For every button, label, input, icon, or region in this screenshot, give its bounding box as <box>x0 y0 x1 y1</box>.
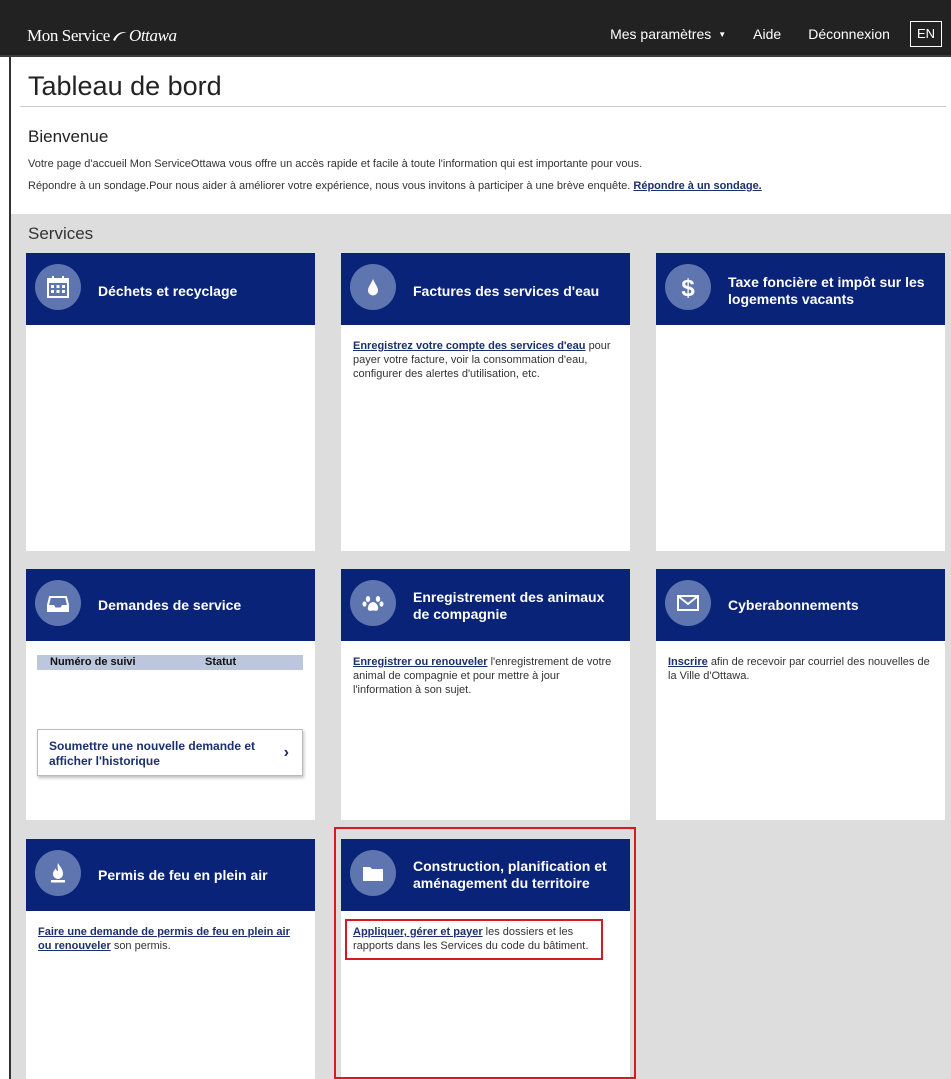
card-body: Enregistrez votre compte des services d'… <box>353 339 616 381</box>
card-title: Enregistrement des animaux de compagnie <box>413 589 605 622</box>
card-title: Factures des services d'eau <box>413 283 600 299</box>
water-drop-icon <box>350 264 396 310</box>
card-open-air-fire-permit: Permis de feu en plein air Faire une dem… <box>26 839 315 1079</box>
logo-text-service: Service <box>61 26 111 45</box>
tracking-number-column: Numéro de suivi <box>50 656 136 668</box>
mon-service-ottawa-logo[interactable]: Mon Service Ottawa <box>27 26 177 46</box>
card-body: Inscrire afin de recevoir par courriel d… <box>668 655 931 683</box>
card-description: afin de recevoir par courriel des nouvel… <box>668 656 930 682</box>
card-e-subscriptions: Cyberabonnements Inscrire afin de recevo… <box>656 569 945 820</box>
register-renew-pet-link[interactable]: Enregistrer ou renouveler <box>353 656 488 668</box>
card-title: Déchets et recyclage <box>98 283 238 299</box>
envelope-icon <box>665 580 711 626</box>
card-header[interactable]: Cyberabonnements <box>656 569 945 641</box>
card-service-requests: Demandes de service Numéro de suivi Stat… <box>26 569 315 820</box>
caret-down-icon: ▼ <box>718 30 727 39</box>
card-body: Faire une demande de permis de feu en pl… <box>38 925 301 953</box>
services-heading: Services <box>28 224 94 243</box>
card-water-bills: Factures des services d'eau Enregistrez … <box>341 253 630 551</box>
card-header[interactable]: Factures des services d'eau <box>341 253 630 325</box>
top-navigation-bar: Mon Service Ottawa Mes paramètres ▼ Aide D… <box>0 0 951 57</box>
page-title: Tableau de bord <box>28 71 222 101</box>
inbox-icon <box>35 580 81 626</box>
welcome-heading: Bienvenue <box>28 127 109 146</box>
card-title: Taxe foncière et impôt sur les logements… <box>728 274 925 307</box>
dollar-icon: $ <box>665 264 711 310</box>
help-link[interactable]: Aide <box>753 26 781 42</box>
logo-text-mon: Mon <box>27 26 58 45</box>
card-title: Cyberabonnements <box>728 597 859 613</box>
register-water-account-link[interactable]: Enregistrez votre compte des services d'… <box>353 340 586 352</box>
logo-text-ottawa: Ottawa <box>128 26 177 45</box>
submit-request-label: Soumettre une nouvelle demande et affich… <box>49 739 256 768</box>
card-header[interactable]: Demandes de service <box>26 569 315 641</box>
card-header[interactable]: Enregistrement des animaux de compagnie <box>341 569 630 641</box>
svg-text:$: $ <box>681 275 695 300</box>
status-column: Statut <box>205 656 237 668</box>
title-divider <box>20 106 946 107</box>
card-title: Demandes de service <box>98 597 242 613</box>
requests-table-header: Numéro de suivi Statut <box>37 655 303 670</box>
chevron-right-icon: › <box>283 744 289 761</box>
card-property-tax: $ Taxe foncière et impôt sur les logemen… <box>656 253 945 551</box>
calendar-icon <box>35 264 81 310</box>
submit-request-button[interactable]: Soumettre une nouvelle demande et affich… <box>37 729 303 776</box>
card-pet-registration: Enregistrement des animaux de compagnie … <box>341 569 630 820</box>
card-body: Enregistrer ou renouveler l'enregistreme… <box>353 655 616 697</box>
survey-link[interactable]: Répondre à un sondage. <box>633 180 761 192</box>
survey-text: Répondre à un sondage.Pour nous aider à … <box>28 180 631 192</box>
user-nav: Mes paramètres ▼ Aide Déconnexion EN <box>610 21 942 47</box>
welcome-intro-text: Votre page d'accueil Mon ServiceOttawa v… <box>28 158 643 170</box>
settings-menu[interactable]: Mes paramètres ▼ <box>610 26 726 42</box>
settings-menu-label: Mes paramètres <box>610 26 712 42</box>
highlight-box-apply-link <box>345 919 603 960</box>
flame-icon <box>35 850 81 896</box>
card-title: Permis de feu en plein air <box>98 867 268 883</box>
subscribe-link[interactable]: Inscrire <box>668 656 708 668</box>
card-header[interactable]: Permis de feu en plein air <box>26 839 315 911</box>
card-waste-recycling: Déchets et recyclage <box>26 253 315 551</box>
survey-paragraph: Répondre à un sondage.Pour nous aider à … <box>28 180 762 192</box>
ottawa-swoosh-icon <box>112 32 127 41</box>
card-description: son permis. <box>113 940 171 952</box>
paw-icon <box>350 580 396 626</box>
language-toggle-button[interactable]: EN <box>909 21 942 47</box>
card-header[interactable]: Déchets et recyclage <box>26 253 315 325</box>
card-header[interactable]: $ Taxe foncière et impôt sur les logemen… <box>656 253 945 325</box>
logout-link[interactable]: Déconnexion <box>808 26 890 42</box>
